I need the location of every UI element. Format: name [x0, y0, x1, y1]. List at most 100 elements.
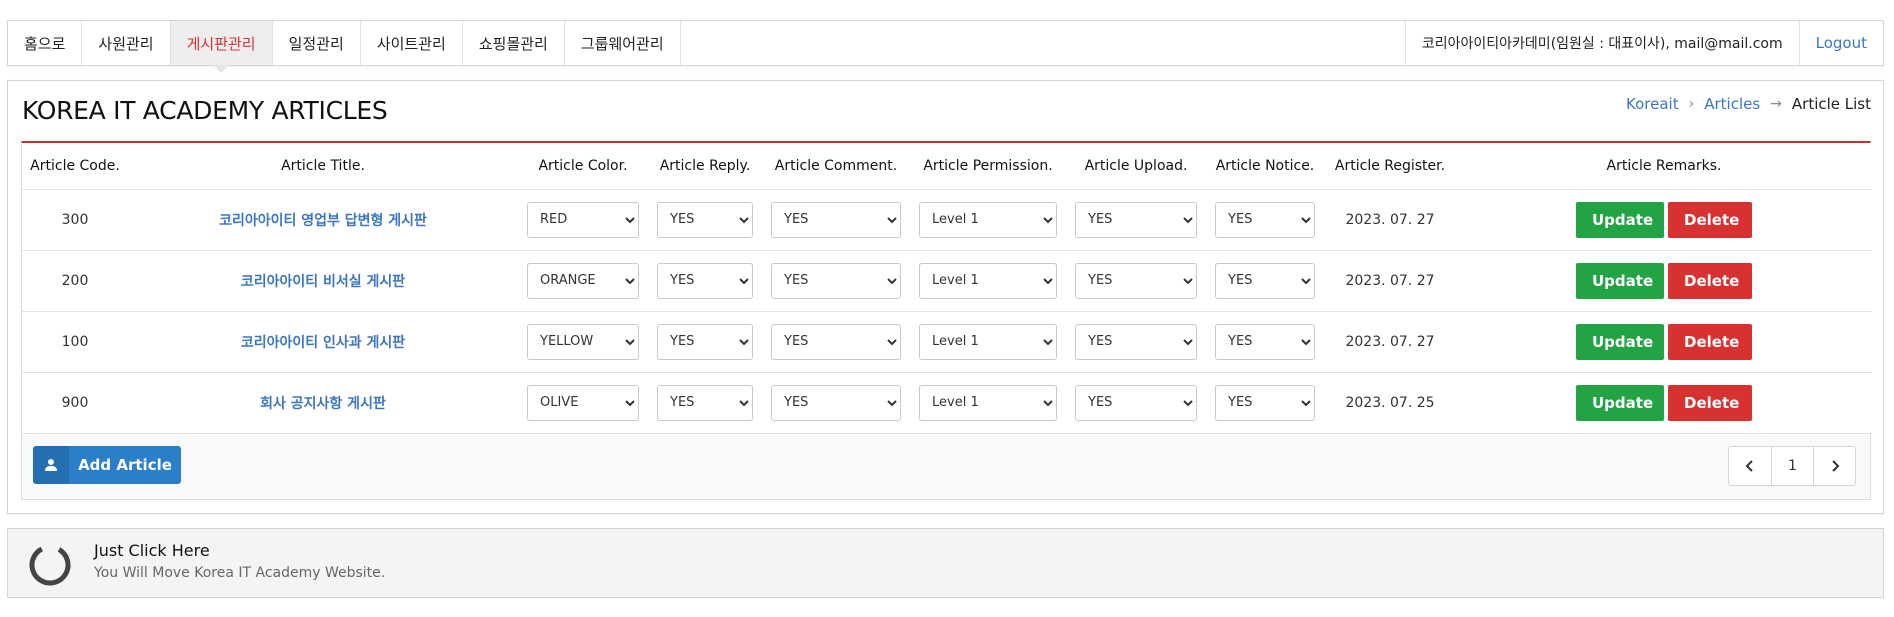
- table-row: 100 코리아아이티 인사과 게시판 YELLOW YES YES Level 1 YES Y…: [22, 311, 1872, 373]
- breadcrumb-current: Article List: [1791, 95, 1871, 113]
- comment-select[interactable]: YES: [771, 384, 901, 421]
- cell-upload: YES: [1066, 372, 1206, 434]
- nav-item-shop[interactable]: 쇼핑몰관리: [463, 21, 565, 65]
- upload-select[interactable]: YES: [1075, 262, 1197, 299]
- articles-table-container: Article Code. Article Title. Article Col…: [21, 141, 1872, 500]
- update-button[interactable]: Update: [1576, 201, 1664, 238]
- cell-notice: YES: [1206, 311, 1324, 373]
- table-row: 200 코리아아이티 비서실 게시판 ORANGE YES YES Level 1 YES Y…: [22, 250, 1872, 312]
- upload-select[interactable]: YES: [1075, 384, 1197, 421]
- comment-select[interactable]: YES: [771, 201, 901, 238]
- nav-item-groupware[interactable]: 그룹웨어관리: [565, 21, 681, 65]
- prev-page-button[interactable]: [1729, 447, 1771, 485]
- article-title-link[interactable]: 회사 공지사항 게시판: [128, 372, 518, 434]
- permission-select[interactable]: Level 1: [919, 384, 1057, 421]
- breadcrumb-articles[interactable]: Articles: [1704, 95, 1760, 113]
- breadcrumb-koreait[interactable]: Koreait: [1626, 95, 1679, 113]
- article-code: 300: [22, 189, 128, 251]
- add-article-label: Add Article: [78, 456, 172, 474]
- permission-select[interactable]: Level 1: [919, 323, 1057, 360]
- cell-permission: Level 1: [910, 372, 1066, 434]
- nav-item-home[interactable]: 홈으로: [8, 21, 83, 65]
- color-select[interactable]: RED: [527, 201, 639, 238]
- header-upload: Article Upload.: [1066, 143, 1206, 190]
- next-page-button[interactable]: [1813, 447, 1855, 485]
- cell-notice: YES: [1206, 189, 1324, 251]
- article-title-link[interactable]: 코리아아이티 인사과 게시판: [128, 311, 518, 373]
- notice-select[interactable]: YES: [1215, 262, 1315, 299]
- cell-color: OLIVE: [518, 372, 648, 434]
- articles-panel: KOREA IT ACADEMY ARTICLES Koreait › Arti…: [7, 80, 1884, 514]
- breadcrumb: Koreait › Articles → Article List: [1626, 95, 1871, 113]
- banner-subtitle: You Will Move Korea IT Academy Website.: [94, 565, 386, 581]
- article-title-link[interactable]: 코리아아이티 영업부 답변형 게시판: [128, 189, 518, 251]
- table-row: 300 코리아아이티 영업부 답변형 게시판 RED YES YES Level 1 YES…: [22, 189, 1872, 251]
- cell-reply: YES: [648, 250, 762, 312]
- cell-remarks: Update Delete: [1456, 311, 1872, 373]
- delete-button[interactable]: Delete: [1668, 323, 1752, 360]
- article-register-date: 2023. 07. 27: [1324, 250, 1456, 312]
- cell-color: ORANGE: [518, 250, 648, 312]
- notice-select[interactable]: YES: [1215, 323, 1315, 360]
- cell-upload: YES: [1066, 311, 1206, 373]
- upload-select[interactable]: YES: [1075, 323, 1197, 360]
- upload-select[interactable]: YES: [1075, 201, 1197, 238]
- delete-button[interactable]: Delete: [1668, 262, 1752, 299]
- reply-select[interactable]: YES: [657, 262, 753, 299]
- comment-select[interactable]: YES: [771, 262, 901, 299]
- permission-select[interactable]: Level 1: [919, 201, 1057, 238]
- arrow-right-icon: →: [1770, 96, 1782, 112]
- chevron-left-icon: [1745, 460, 1753, 472]
- header-code: Article Code.: [22, 143, 128, 190]
- color-select[interactable]: ORANGE: [527, 262, 639, 299]
- articles-table: Article Code. Article Title. Article Col…: [22, 143, 1872, 434]
- table-footer: Add Article 1: [22, 435, 1870, 499]
- update-button[interactable]: Update: [1576, 384, 1664, 421]
- reply-select[interactable]: YES: [657, 323, 753, 360]
- page-number[interactable]: 1: [1771, 447, 1813, 485]
- cell-comment: YES: [762, 189, 910, 251]
- article-register-date: 2023. 07. 27: [1324, 311, 1456, 373]
- notice-select[interactable]: YES: [1215, 201, 1315, 238]
- color-select[interactable]: YELLOW: [527, 323, 639, 360]
- add-article-button[interactable]: Add Article: [33, 446, 181, 484]
- update-button[interactable]: Update: [1576, 323, 1664, 360]
- cell-upload: YES: [1066, 189, 1206, 251]
- cell-permission: Level 1: [910, 189, 1066, 251]
- nav-item-site[interactable]: 사이트관리: [361, 21, 463, 65]
- cell-upload: YES: [1066, 250, 1206, 312]
- header-comment: Article Comment.: [762, 143, 910, 190]
- cell-comment: YES: [762, 250, 910, 312]
- cell-reply: YES: [648, 372, 762, 434]
- spinner-icon: [29, 544, 71, 586]
- article-code: 900: [22, 372, 128, 434]
- header-permission: Article Permission.: [910, 143, 1066, 190]
- delete-button[interactable]: Delete: [1668, 201, 1752, 238]
- cell-comment: YES: [762, 311, 910, 373]
- reply-select[interactable]: YES: [657, 201, 753, 238]
- article-code: 100: [22, 311, 128, 373]
- header-reply: Article Reply.: [648, 143, 762, 190]
- comment-select[interactable]: YES: [771, 323, 901, 360]
- nav-item-employees[interactable]: 사원관리: [82, 21, 171, 65]
- nav-item-schedule[interactable]: 일정관리: [273, 21, 361, 65]
- website-banner[interactable]: Just Click Here You Will Move Korea IT A…: [7, 528, 1884, 598]
- user-icon: [33, 446, 69, 484]
- cell-color: YELLOW: [518, 311, 648, 373]
- nav-item-boards[interactable]: 게시판관리: [170, 21, 273, 73]
- logout-link[interactable]: Logout: [1800, 21, 1883, 65]
- article-title-link[interactable]: 코리아아이티 비서실 게시판: [128, 250, 518, 312]
- top-navigation: 홈으로 사원관리 게시판관리 일정관리 사이트관리 쇼핑몰관리 그룹웨어관리 코…: [7, 20, 1884, 73]
- header-color: Article Color.: [518, 143, 648, 190]
- cell-comment: YES: [762, 372, 910, 434]
- reply-select[interactable]: YES: [657, 384, 753, 421]
- permission-select[interactable]: Level 1: [919, 262, 1057, 299]
- notice-select[interactable]: YES: [1215, 384, 1315, 421]
- color-select[interactable]: OLIVE: [527, 384, 639, 421]
- article-register-date: 2023. 07. 25: [1324, 372, 1456, 434]
- cell-reply: YES: [648, 311, 762, 373]
- delete-button[interactable]: Delete: [1668, 384, 1752, 421]
- update-button[interactable]: Update: [1576, 262, 1664, 299]
- page-title: KOREA IT ACADEMY ARTICLES: [22, 96, 388, 125]
